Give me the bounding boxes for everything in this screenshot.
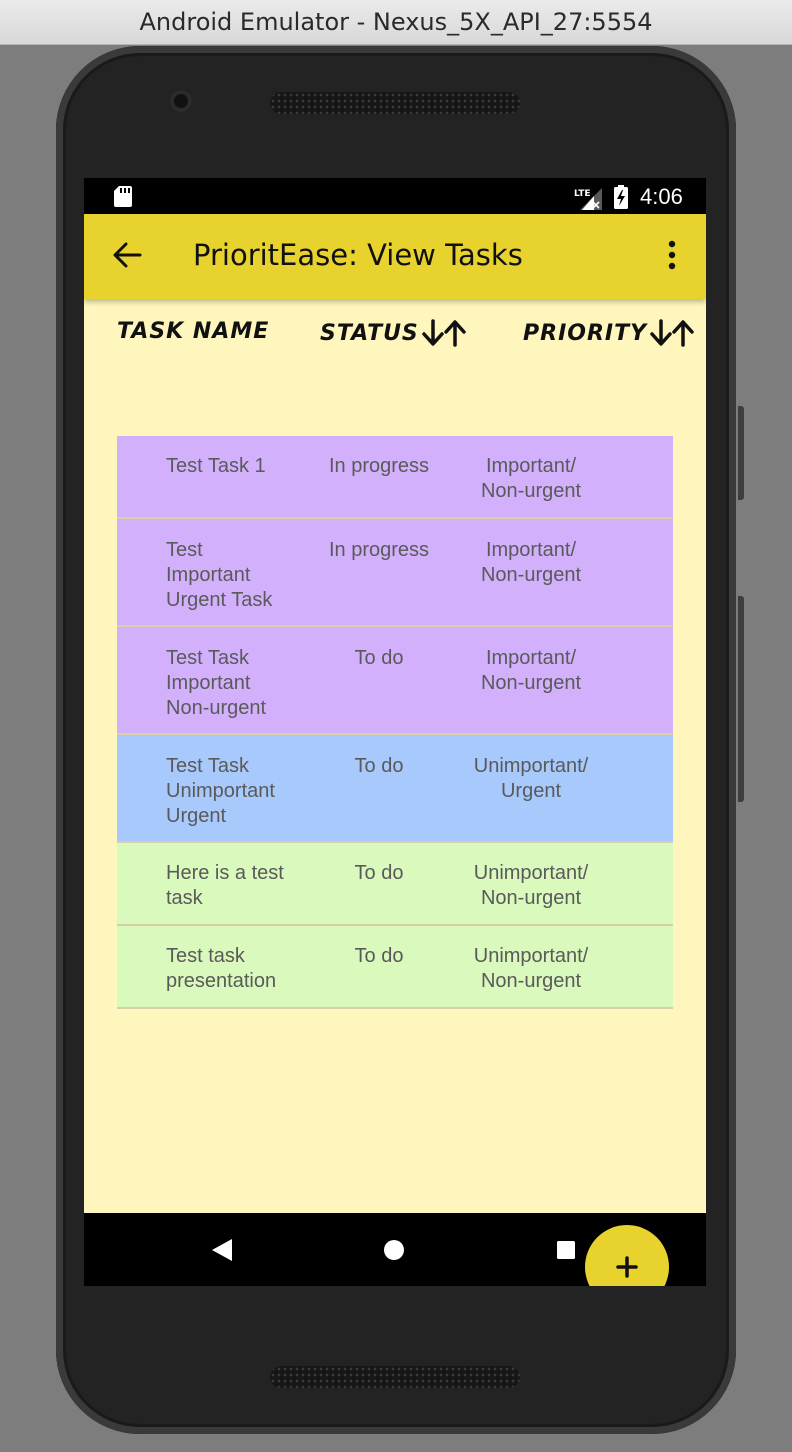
arrow-back-icon[interactable] [110,238,144,272]
task-priority: Important/Non-urgent [480,455,582,502]
power-button[interactable] [738,406,744,500]
emulator-window-title: Android Emulator - Nexus_5X_API_27:5554 [0,0,792,45]
status-bar: LTE 4:06 [84,178,706,214]
task-status: To do [354,945,404,967]
task-name: Test task presentation [166,945,277,992]
task-status: In progress [328,539,430,561]
signal-lte-icon: LTE [574,188,602,210]
task-row[interactable]: Test Task Unimportant Urgent To do Unimpor… [117,735,673,843]
task-status: To do [354,862,404,884]
sort-arrows-icon[interactable] [421,319,469,347]
front-camera [170,90,192,112]
task-name: Test Task 1 [166,455,266,477]
task-row[interactable]: Test Important Urgent Task In progress Imp… [117,519,673,627]
column-header-priority[interactable]: PRIORITY [523,319,697,347]
app-bar: PrioritEase: View Tasks [84,214,706,299]
task-row[interactable]: Test task presentation To do Unimportant/… [117,926,673,1009]
task-priority: Unimportant/Urgent [473,755,589,802]
bottom-speaker [270,1366,520,1388]
device-screen: LTE 4:06 PrioritEase: View Tasks TASK NA… [84,178,706,1286]
nav-home-icon[interactable] [384,1240,404,1260]
sort-arrows-icon[interactable] [649,319,697,347]
page-title: PrioritEase: View Tasks [193,238,523,272]
battery-charging-icon [614,185,628,209]
task-row[interactable]: Here is a test task To do Unimportant/Non… [117,843,673,926]
more-vert-icon[interactable] [660,238,684,272]
task-list-screen: TASK NAME STATUS PRIORITY Test Task 1 In… [84,299,706,1286]
nav-recents-icon[interactable] [557,1241,575,1259]
task-row[interactable]: Test Task 1 In progress Important/Non-ur… [117,436,673,519]
task-status: To do [354,647,404,669]
column-header-status[interactable]: STATUS [320,319,469,347]
svg-text:LTE: LTE [574,189,591,199]
column-header-status-label: STATUS [320,320,419,346]
column-header-priority-label: PRIORITY [523,320,648,346]
task-name: Test Task Unimportant Urgent [166,755,275,827]
task-status: To do [354,755,404,777]
task-table: Test Task 1 In progress Important/Non-ur… [117,436,673,1009]
task-name: Test Important Urgent Task [166,539,273,611]
task-row[interactable]: Test Task Important Non-urgent To do Impor… [117,627,673,735]
task-name: Here is a test task [166,862,284,909]
column-header-task-name: TASK NAME [117,319,269,344]
top-speaker [270,92,520,114]
task-priority: Important/Non-urgent [480,647,582,694]
task-priority: Unimportant/Non-urgent [473,862,589,909]
column-header-task-name-label: TASK NAME [117,319,270,344]
task-status: In progress [328,455,430,477]
task-name: Test Task Important Non-urgent [166,647,267,719]
status-clock: 4:06 [640,184,683,209]
add-icon [616,1256,638,1278]
nav-back-icon[interactable] [212,1239,232,1261]
volume-button[interactable] [738,596,744,802]
task-priority: Unimportant/Non-urgent [473,945,589,992]
sd-card-icon [114,186,132,207]
task-priority: Important/Non-urgent [480,539,582,586]
